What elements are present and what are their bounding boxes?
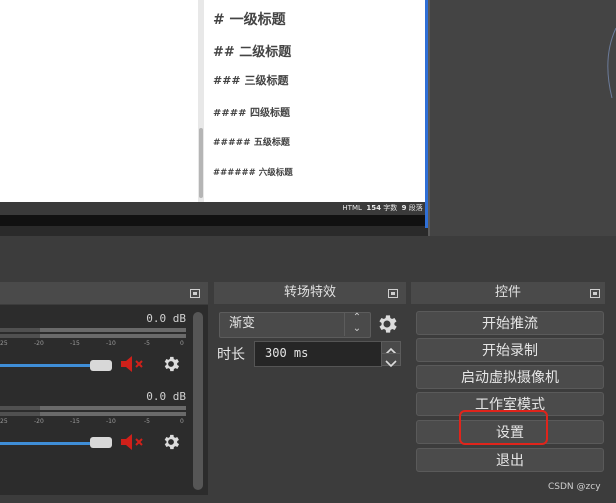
scale-tick: -5 xyxy=(144,418,150,425)
duration-label: 时长 xyxy=(217,347,245,363)
chevron-down-icon: ⌄ xyxy=(352,323,362,334)
transition-gear-icon[interactable] xyxy=(375,312,399,336)
chevron-up-icon: ⌃ xyxy=(352,312,362,323)
transition-select-value: 渐变 xyxy=(229,316,256,331)
chevron-down-icon xyxy=(385,360,397,368)
channel-1-db: 0.0 dB xyxy=(146,312,186,325)
status-para-label: 段落 xyxy=(408,204,423,212)
duration-value: 300 ms xyxy=(265,346,309,360)
settings-highlight-box xyxy=(459,410,548,445)
preview-heading-4: #### 四级标题 xyxy=(213,108,290,119)
channel-1-mute-icon[interactable] xyxy=(120,354,146,374)
scale-tick: -5 xyxy=(144,340,150,347)
start-virtual-camera-button[interactable]: 启动虚拟摄像机 xyxy=(416,365,604,389)
scale-tick: 0 xyxy=(180,418,184,425)
preview-status-bar: HTML 154 字数 9 段落 xyxy=(0,202,425,215)
preview-left-pane xyxy=(0,0,200,202)
watermark: CSDN @zcy xyxy=(548,482,601,492)
scale-tick: -10 xyxy=(106,340,116,347)
scale-tick: -20 xyxy=(34,340,44,347)
scale-tick: 25 xyxy=(0,340,8,347)
start-recording-button[interactable]: 开始录制 xyxy=(416,338,604,362)
mixer-dock-title xyxy=(0,282,208,304)
transitions-float-icon[interactable] xyxy=(388,289,398,298)
channel-2-gear-icon[interactable] xyxy=(161,432,181,452)
transition-select-arrows[interactable]: ⌃ ⌄ xyxy=(344,312,369,336)
channel-2-mute-icon[interactable] xyxy=(120,432,146,452)
channel-2-volume-handle[interactable] xyxy=(90,437,112,448)
controls-float-icon[interactable] xyxy=(590,289,600,298)
channel-2-meter-b xyxy=(0,412,186,416)
channel-2-scale: 25 -20 -15 -10 -5 0 xyxy=(0,418,186,426)
channel-1-gear-icon[interactable] xyxy=(161,354,181,374)
channel-1-scale: 25 -20 -15 -10 -5 0 xyxy=(0,340,186,348)
preview-heading-2: ## 二级标题 xyxy=(213,45,292,60)
transitions-dock-title: 转场特效 xyxy=(214,282,406,304)
mixer-scrollbar[interactable] xyxy=(193,312,203,490)
mixer-float-icon[interactable] xyxy=(190,289,200,298)
channel-1-volume-handle[interactable] xyxy=(90,360,112,371)
scale-tick: -10 xyxy=(106,418,116,425)
scale-tick: -15 xyxy=(70,340,80,347)
duration-decrease-button[interactable] xyxy=(381,353,401,368)
preview-heading-3: ### 三级标题 xyxy=(213,74,289,87)
status-char-label: 字数 xyxy=(383,204,398,212)
start-streaming-button[interactable]: 开始推流 xyxy=(416,311,604,335)
status-char-count: 154 xyxy=(366,204,381,212)
scale-tick: 0 xyxy=(180,340,184,347)
exit-button[interactable]: 退出 xyxy=(416,448,604,472)
channel-1-volume-track[interactable] xyxy=(0,364,100,367)
status-format: HTML xyxy=(342,204,362,212)
preview-heading-6: ###### 六级标题 xyxy=(213,168,293,178)
preview-right-area xyxy=(430,0,616,236)
preview-heading-1: # 一级标题 xyxy=(213,12,286,28)
preview-scroll-thumb xyxy=(199,128,203,198)
channel-2-meter xyxy=(0,406,186,410)
status-para-count: 9 xyxy=(401,204,407,212)
preview-bottom-bar xyxy=(0,215,425,226)
preview-curve-line xyxy=(607,28,616,98)
channel-2-db: 0.0 dB xyxy=(146,390,186,403)
scale-tick: 25 xyxy=(0,418,8,425)
controls-dock-title: 控件 xyxy=(411,282,605,304)
scale-tick: -15 xyxy=(70,418,80,425)
channel-1-meter-b xyxy=(0,334,186,338)
channel-2-volume-track[interactable] xyxy=(0,442,100,445)
scale-tick: -20 xyxy=(34,418,44,425)
channel-1-meter xyxy=(0,328,186,332)
preview-heading-5: ##### 五级标题 xyxy=(213,138,290,148)
